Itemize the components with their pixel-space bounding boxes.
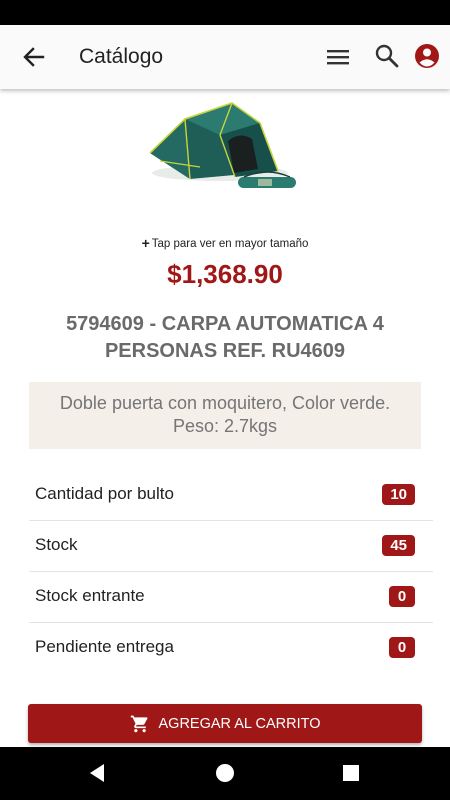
add-to-cart-label: AGREGAR AL CARRITO [158, 715, 321, 732]
plus-icon: + [141, 235, 150, 251]
recents-square-icon[interactable] [338, 760, 364, 786]
add-to-cart-button[interactable]: AGREGAR AL CARRITO [28, 704, 422, 743]
product-description: Doble puerta con moquitero, Color verde.… [29, 382, 421, 449]
status-bar [0, 0, 450, 25]
tap-to-enlarge-hint[interactable]: + Tap para ver en mayor tamaño [0, 235, 450, 251]
info-value-badge: 0 [389, 637, 415, 658]
app-bar: Catálogo [0, 25, 450, 89]
home-circle-icon[interactable] [212, 760, 238, 786]
cart-icon [130, 715, 148, 732]
arrow-back-icon[interactable] [19, 44, 49, 70]
info-label: Pendiente entrega [35, 637, 174, 656]
description-line: Doble puerta con moquitero, Color verde. [59, 393, 391, 413]
info-row-stock-entrante: Stock entrante 0 [29, 572, 433, 623]
info-value-badge: 0 [389, 586, 415, 607]
info-row-cantidad-por-bulto: Cantidad por bulto 10 [29, 470, 433, 521]
description-line: Peso: 2.7kgs [172, 416, 278, 436]
product-title: 5794609 - CARPA AUTOMATICA 4 PERSONAS RE… [66, 313, 384, 362]
product-detail: + Tap para ver en mayor tamaño $1,368.90 … [0, 89, 450, 747]
product-info-list: Cantidad por bulto 10 Stock 45 Stock ent… [29, 470, 433, 673]
search-icon[interactable] [373, 42, 401, 70]
info-label: Cantidad por bulto [35, 484, 174, 503]
back-triangle-icon[interactable] [85, 760, 111, 786]
info-label: Stock entrante [35, 586, 145, 605]
menu-icon[interactable] [323, 44, 353, 70]
info-value-badge: 10 [382, 484, 415, 505]
info-row-stock: Stock 45 [29, 521, 433, 572]
product-price: $1,368.90 [167, 259, 283, 289]
tap-hint-text: Tap para ver en mayor tamaño [151, 238, 309, 250]
account-circle-icon[interactable] [413, 42, 441, 70]
tent-product-image[interactable] [140, 91, 310, 206]
info-value-badge: 45 [382, 535, 415, 556]
info-row-pendiente-entrega: Pendiente entrega 0 [29, 623, 433, 673]
system-nav-bar [0, 747, 450, 800]
info-label: Stock [35, 535, 78, 554]
page-title: Catálogo [79, 45, 164, 68]
